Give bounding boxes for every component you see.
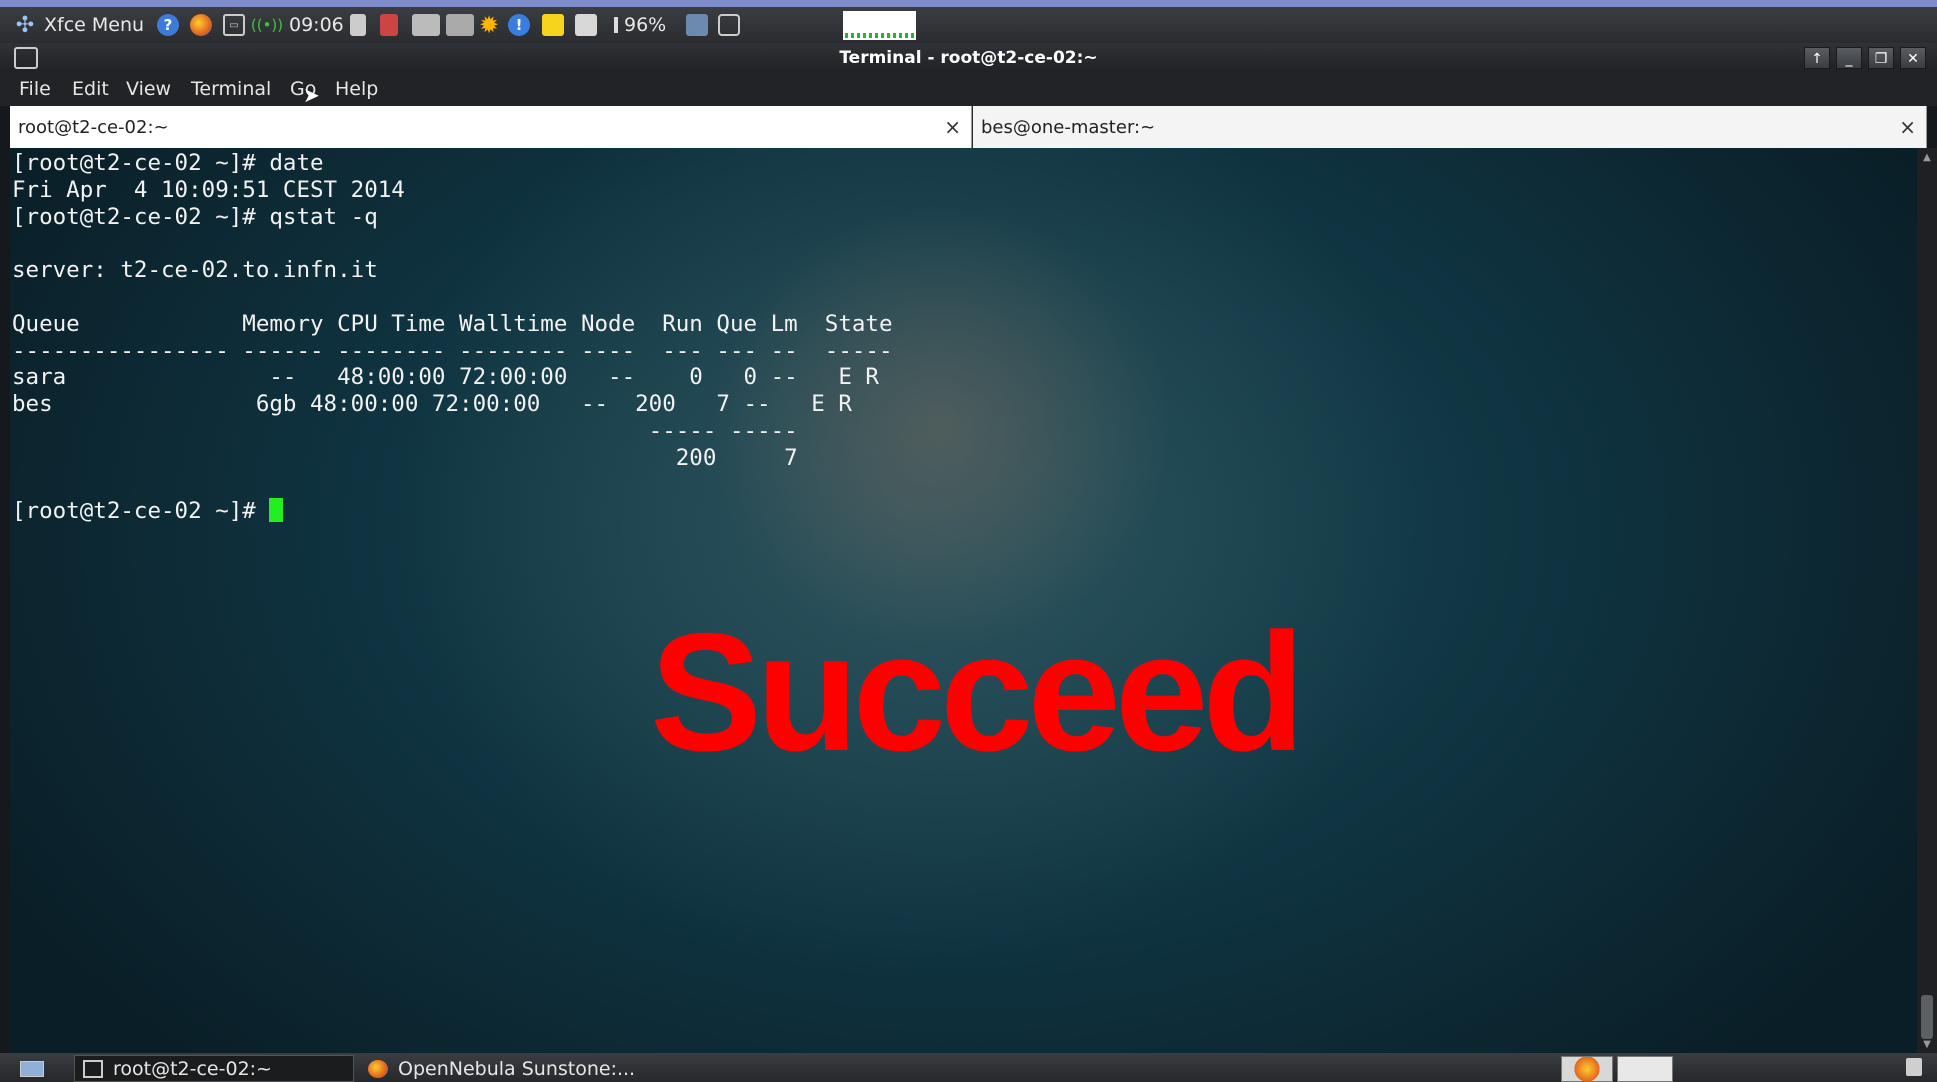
clock[interactable]: 09:06 bbox=[289, 7, 344, 43]
top-accent-bar bbox=[0, 0, 1937, 7]
calculator-icon bbox=[350, 14, 366, 36]
terminal-line: Fri Apr 4 10:09:51 CEST 2014 bbox=[12, 176, 405, 203]
above-button[interactable]: ↑ bbox=[1804, 47, 1830, 69]
brightness[interactable]: ✹ bbox=[478, 7, 500, 43]
xfce-menu-button[interactable]: ✣ Xfce Menu bbox=[14, 7, 144, 43]
xfce-logo-icon: ✣ bbox=[15, 12, 35, 38]
terminal-icon bbox=[83, 1059, 103, 1078]
mail[interactable] bbox=[686, 7, 708, 43]
network-manager[interactable] bbox=[412, 7, 440, 43]
succeed-overlay-text: Succeed bbox=[650, 598, 1305, 786]
notifications[interactable]: ! bbox=[508, 7, 530, 43]
maximize-button[interactable]: ❐ bbox=[1868, 47, 1894, 69]
task-label: OpenNebula Sunstone:... bbox=[398, 1057, 636, 1080]
battery-status[interactable]: 96% bbox=[614, 7, 666, 43]
terminal-area[interactable]: [root@t2-ce-02 ~]# date Fri Apr 4 10:09:… bbox=[10, 148, 1917, 1053]
mouse-pointer-icon: ➤ bbox=[303, 83, 320, 107]
help-icon: ? bbox=[157, 14, 179, 36]
desktop-icon bbox=[20, 1060, 44, 1077]
notes-icon bbox=[542, 14, 564, 36]
app-icon bbox=[380, 14, 398, 36]
screenshot-icon bbox=[718, 14, 740, 36]
menu-file[interactable]: File bbox=[19, 78, 51, 100]
xfce-menu-label: Xfce Menu bbox=[44, 14, 145, 36]
firefox-icon bbox=[190, 14, 212, 36]
terminal-tray-icon[interactable] bbox=[1617, 1056, 1673, 1082]
menu-help[interactable]: Help bbox=[335, 78, 378, 100]
tab-root[interactable]: root@t2-ce-02:~ × bbox=[10, 106, 972, 148]
file-manager-icon bbox=[575, 14, 597, 36]
terminal-line: 200 7 bbox=[12, 444, 798, 471]
terminal-launcher-icon: ▭ bbox=[223, 14, 245, 36]
scroll-up-icon[interactable]: ▲ bbox=[1920, 152, 1934, 164]
cpu-graph-icon[interactable] bbox=[843, 11, 916, 40]
app-launcher[interactable] bbox=[380, 7, 398, 43]
terminal-line: bes 6gb 48:00:00 72:00:00 -- 200 7 -- E … bbox=[12, 391, 852, 418]
terminal-scrollbar[interactable]: ▲ ▼ bbox=[1917, 148, 1937, 1053]
menu-terminal[interactable]: Terminal bbox=[191, 78, 271, 100]
file-manager[interactable] bbox=[575, 7, 597, 43]
terminal-line: server: t2-ce-02.to.infn.it bbox=[12, 257, 378, 284]
tab-bar: root@t2-ce-02:~ × bes@one-master:~ × bbox=[10, 106, 1927, 148]
terminal-line: [root@t2-ce-02 ~]# date bbox=[12, 150, 324, 176]
scroll-down-icon[interactable]: ▼ bbox=[1920, 1039, 1934, 1051]
top-panel: ✣ Xfce Menu ? ▭ ((•)) 09:06 ✹ ! 96% bbox=[0, 7, 1937, 43]
screenshot[interactable] bbox=[718, 7, 740, 43]
display-settings[interactable] bbox=[446, 7, 474, 43]
network-signal[interactable]: ((•)) bbox=[250, 7, 284, 43]
terminal-cursor bbox=[269, 498, 284, 523]
help-launcher[interactable]: ? bbox=[157, 7, 179, 43]
task-terminal[interactable]: root@t2-ce-02:~ bbox=[74, 1055, 354, 1082]
display-icon bbox=[446, 14, 474, 36]
terminal-line: Queue Memory CPU Time Walltime Node Run … bbox=[12, 310, 893, 337]
terminal-launcher[interactable]: ▭ bbox=[223, 7, 245, 43]
trash-icon[interactable] bbox=[1906, 1058, 1922, 1076]
firefox-launcher[interactable] bbox=[190, 7, 212, 43]
terminal-line: [root@t2-ce-02 ~]# qstat -q bbox=[12, 203, 378, 230]
tab-label: root@t2-ce-02:~ bbox=[18, 117, 169, 138]
notes[interactable] bbox=[542, 7, 564, 43]
terminal-prompt: [root@t2-ce-02 ~]# bbox=[12, 498, 270, 525]
window-title: Terminal - root@t2-ce-02:~ bbox=[839, 48, 1098, 68]
tab-bes[interactable]: bes@one-master:~ × bbox=[973, 106, 1927, 148]
tab-label: bes@one-master:~ bbox=[981, 117, 1156, 138]
tab-close-icon[interactable]: × bbox=[944, 115, 961, 139]
minimize-button[interactable]: _ bbox=[1836, 47, 1862, 69]
task-label: root@t2-ce-02:~ bbox=[113, 1057, 272, 1080]
battery-icon bbox=[614, 17, 618, 33]
network-signal-icon: ((•)) bbox=[250, 16, 284, 34]
terminal-line: ----- ----- bbox=[12, 417, 798, 444]
close-button[interactable]: ✕ bbox=[1900, 47, 1926, 69]
notification-icon: ! bbox=[508, 14, 530, 36]
clock-text: 09:06 bbox=[289, 14, 344, 36]
menu-edit[interactable]: Edit bbox=[72, 78, 109, 100]
show-desktop-button[interactable] bbox=[12, 1055, 48, 1082]
brightness-icon: ✹ bbox=[478, 11, 500, 39]
terminal-line: ---------------- ------ -------- -------… bbox=[12, 337, 893, 364]
calculator-launcher[interactable] bbox=[350, 7, 366, 43]
menu-bar: File Edit View Terminal Go Help ➤ bbox=[0, 73, 1937, 107]
window-titlebar[interactable]: Terminal - root@t2-ce-02:~ ↑ _ ❐ ✕ bbox=[0, 43, 1937, 73]
cpu-graph-bars bbox=[845, 33, 914, 38]
battery-percent: 96% bbox=[624, 14, 667, 36]
tab-close-icon[interactable]: × bbox=[1899, 115, 1916, 139]
terminal-output: [root@t2-ce-02 ~]# date Fri Apr 4 10:09:… bbox=[12, 150, 893, 525]
scrollbar-thumb[interactable] bbox=[1921, 995, 1933, 1039]
network-manager-icon bbox=[412, 14, 440, 36]
mail-icon bbox=[686, 14, 708, 36]
menu-view[interactable]: View bbox=[126, 78, 171, 100]
terminal-line: sara -- 48:00:00 72:00:00 -- 0 0 -- E R bbox=[12, 364, 879, 391]
firefox-tray-icon[interactable] bbox=[1561, 1056, 1613, 1082]
task-firefox[interactable]: OpenNebula Sunstone:... bbox=[360, 1055, 660, 1082]
bottom-panel: root@t2-ce-02:~ OpenNebula Sunstone:... bbox=[0, 1053, 1937, 1082]
firefox-icon bbox=[368, 1059, 388, 1078]
